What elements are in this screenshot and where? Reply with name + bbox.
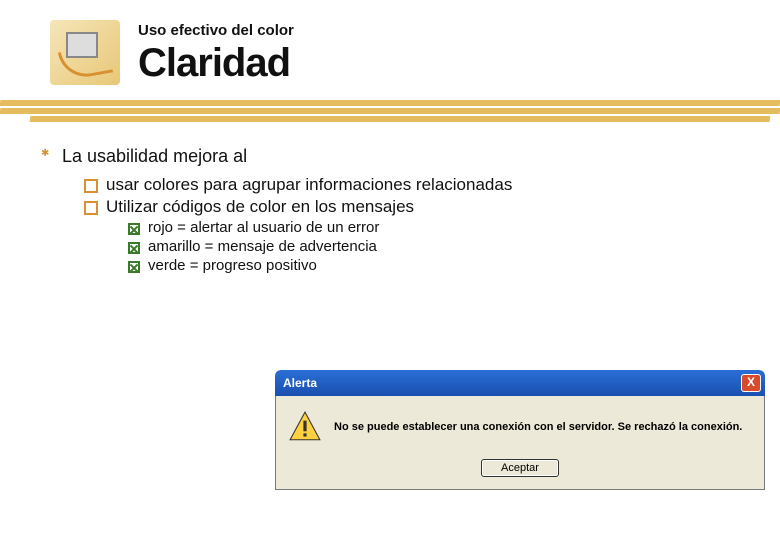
accept-button[interactable]: Aceptar <box>481 459 559 477</box>
slide-title: Claridad <box>138 41 294 86</box>
bullet-icon <box>40 150 54 164</box>
x-bullet-icon <box>128 242 140 254</box>
title-block: Uso efectivo del color Claridad <box>138 20 294 86</box>
bullet-text: La usabilidad mejora al <box>62 146 247 167</box>
bullet-text: rojo = alertar al usuario de un error <box>148 219 379 236</box>
bullet-level3: verde = progreso positivo <box>128 257 740 274</box>
logo-icon <box>50 20 120 85</box>
box-bullet-icon <box>84 201 98 215</box>
bullet-text: amarillo = mensaje de advertencia <box>148 238 377 255</box>
warning-icon <box>288 410 322 444</box>
bullet-text: usar colores para agrupar informaciones … <box>106 175 512 195</box>
bullet-text: Utilizar códigos de color en los mensaje… <box>106 197 414 217</box>
box-bullet-icon <box>84 179 98 193</box>
x-bullet-icon <box>128 223 140 235</box>
x-bullet-icon <box>128 261 140 273</box>
pretitle: Uso efectivo del color <box>138 22 294 39</box>
bullet-level1: La usabilidad mejora al <box>40 146 740 167</box>
slide-content: La usabilidad mejora al usar colores par… <box>0 142 780 274</box>
slide-header: Uso efectivo del color Claridad <box>0 0 780 86</box>
dialog-message: No se puede establecer una conexión con … <box>334 421 742 433</box>
bullet-level3: amarillo = mensaje de advertencia <box>128 238 740 255</box>
bullet-level2: Utilizar códigos de color en los mensaje… <box>84 197 740 217</box>
separator-brush <box>0 100 780 124</box>
bullet-level2: usar colores para agrupar informaciones … <box>84 175 740 195</box>
bullet-text: verde = progreso positivo <box>148 257 317 274</box>
alert-dialog: Alerta X No se puede establecer una cone… <box>275 370 765 490</box>
dialog-body: No se puede establecer una conexión con … <box>275 396 765 490</box>
bullet-level3: rojo = alertar al usuario de un error <box>128 219 740 236</box>
close-button[interactable]: X <box>741 374 761 392</box>
dialog-title-text: Alerta <box>283 376 317 390</box>
dialog-titlebar: Alerta X <box>275 370 765 396</box>
